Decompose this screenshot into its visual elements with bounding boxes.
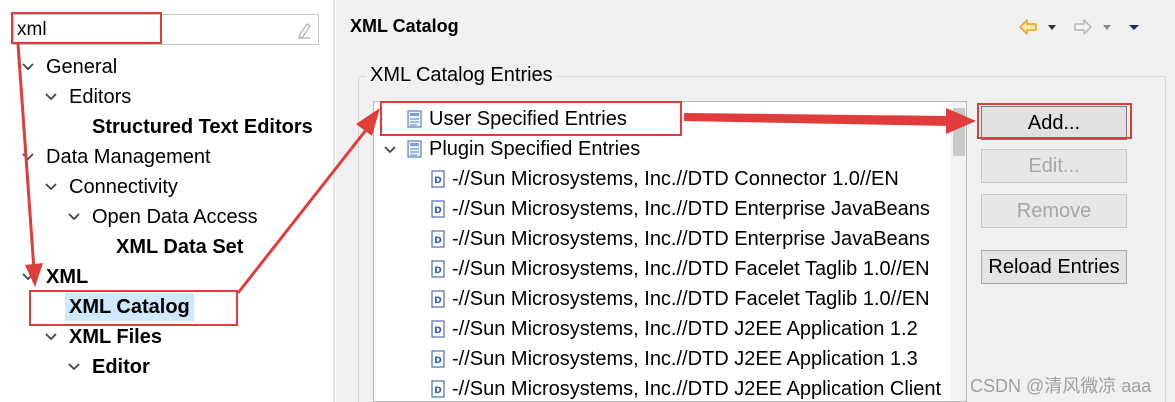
tree-item-label: Structured Text Editors (92, 116, 313, 138)
tree-item-label: General (46, 56, 118, 78)
entry-plugin-specified[interactable]: Plugin Specified Entries (374, 134, 950, 164)
entry-label: -//Sun Microsystems, Inc.//DTD J2EE Appl… (452, 318, 918, 340)
pane-divider[interactable] (333, 0, 335, 402)
entry-label: -//Sun Microsystems, Inc.//DTD Facelet T… (452, 288, 930, 310)
group-label: XML Catalog Entries (366, 64, 557, 87)
svg-text:D: D (434, 356, 441, 366)
entry-item[interactable]: D -//Sun Microsystems, Inc.//DTD Connect… (374, 164, 950, 194)
chevron-down-icon[interactable] (22, 152, 34, 162)
filter-field[interactable] (13, 14, 319, 45)
dtd-file-icon: D (431, 290, 445, 308)
view-menu-icon[interactable] (1128, 18, 1140, 36)
entry-label: -//Sun Microsystems, Inc.//DTD J2EE Appl… (452, 378, 942, 400)
preferences-tree-pane: General Editors Structured Text Editors … (0, 0, 333, 402)
reload-entries-button[interactable]: Reload Entries (981, 250, 1127, 284)
chevron-down-icon[interactable] (45, 92, 57, 102)
entry-label: -//Sun Microsystems, Inc.//DTD J2EE Appl… (452, 348, 918, 370)
svg-text:D: D (434, 386, 441, 396)
chevron-down-icon[interactable] (384, 145, 396, 155)
chevron-down-icon[interactable] (22, 272, 34, 282)
svg-text:D: D (434, 176, 441, 186)
entry-item[interactable]: D -//Sun Microsystems, Inc.//DTD Enterpr… (374, 224, 950, 254)
entry-label: -//Sun Microsystems, Inc.//DTD Enterpris… (452, 228, 930, 250)
dtd-file-icon: D (431, 230, 445, 248)
page-title: XML Catalog (350, 16, 459, 36)
chevron-down-icon[interactable] (68, 212, 80, 222)
svg-text:D: D (434, 266, 441, 276)
add-button[interactable]: Add... (981, 106, 1127, 140)
entry-item[interactable]: D -//Sun Microsystems, Inc.//DTD Enterpr… (374, 194, 950, 224)
tree-item-label: Connectivity (69, 176, 178, 198)
chevron-down-icon[interactable] (45, 182, 57, 192)
catalog-icon (407, 110, 422, 128)
entry-label: -//Sun Microsystems, Inc.//DTD Facelet T… (452, 258, 930, 280)
chevron-down-icon[interactable] (22, 62, 34, 72)
tree-item-label: XML Catalog (65, 293, 194, 321)
scrollbar-thumb[interactable] (953, 108, 965, 156)
filter-input[interactable] (17, 17, 287, 42)
remove-button[interactable]: Remove (981, 194, 1127, 228)
svg-text:D: D (434, 236, 441, 246)
entry-label: User Specified Entries (429, 108, 627, 130)
forward-arrow-icon[interactable] (1073, 18, 1093, 36)
entry-item[interactable]: D -//Sun Microsystems, Inc.//DTD J2EE Ap… (374, 344, 950, 374)
tree-item-label: Open Data Access (92, 206, 258, 228)
dtd-file-icon: D (431, 320, 445, 338)
chevron-down-icon[interactable] (68, 362, 80, 372)
tree-item-label: Data Management (46, 146, 211, 168)
entry-label: Plugin Specified Entries (429, 138, 641, 160)
dtd-file-icon: D (431, 260, 445, 278)
tree-item-label: XML Data Set (116, 236, 244, 258)
dtd-file-icon: D (431, 200, 445, 218)
entry-item[interactable]: D -//Sun Microsystems, Inc.//DTD J2EE Ap… (374, 314, 950, 344)
tree-item-label: Editor (92, 356, 150, 378)
entry-item[interactable]: D -//Sun Microsystems, Inc.//DTD Facelet… (374, 254, 950, 284)
catalog-entries-tree[interactable]: User Specified Entries Plugin Specified … (373, 101, 967, 402)
tree-item-label: XML Files (69, 326, 162, 348)
tree-item-label: Editors (69, 86, 132, 108)
svg-text:D: D (434, 326, 441, 336)
forward-dropdown-icon[interactable] (1102, 18, 1112, 36)
watermark: CSDN @清风微凉 aaa (970, 376, 1152, 396)
vertical-scrollbar[interactable] (951, 102, 966, 401)
entry-label: -//Sun Microsystems, Inc.//DTD Connector… (452, 168, 899, 190)
dtd-file-icon: D (431, 380, 445, 398)
entry-item[interactable]: D -//Sun Microsystems, Inc.//DTD Facelet… (374, 284, 950, 314)
page-header: XML Catalog (336, 0, 1175, 52)
svg-text:D: D (434, 206, 441, 216)
entry-user-specified[interactable]: User Specified Entries (374, 104, 950, 134)
dtd-file-icon: D (431, 350, 445, 368)
edit-button[interactable]: Edit... (981, 149, 1127, 183)
preference-page: XML Catalog XML Catalog Entries User Spe… (336, 0, 1175, 402)
back-dropdown-icon[interactable] (1047, 18, 1057, 36)
catalog-icon (407, 140, 422, 158)
dtd-file-icon: D (431, 170, 445, 188)
chevron-down-icon[interactable] (45, 332, 57, 342)
entry-label: -//Sun Microsystems, Inc.//DTD Enterpris… (452, 198, 930, 220)
tree-item-label: XML (46, 266, 89, 288)
entry-item[interactable]: D -//Sun Microsystems, Inc.//DTD J2EE Ap… (374, 374, 950, 401)
svg-text:D: D (434, 296, 441, 306)
back-arrow-icon[interactable] (1018, 18, 1038, 36)
clear-filter-icon[interactable] (296, 21, 312, 39)
